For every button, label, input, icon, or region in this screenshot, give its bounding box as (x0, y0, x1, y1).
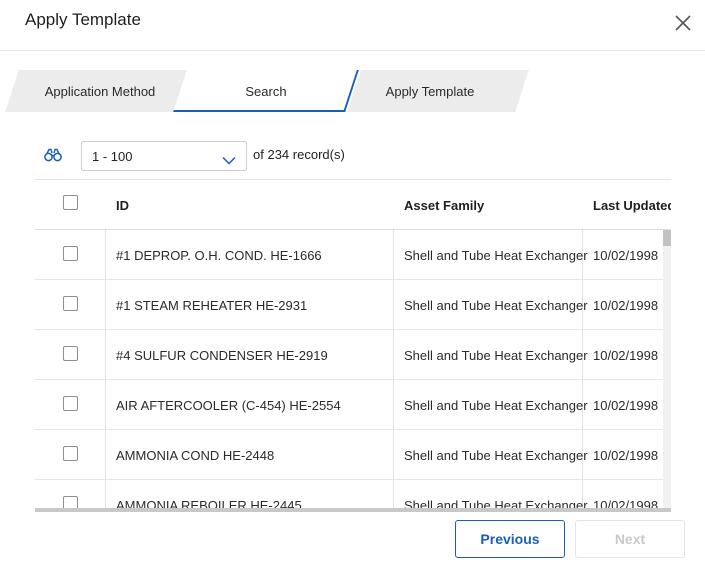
select-all-checkbox[interactable] (63, 195, 78, 210)
row-last-updated: 10/02/1998 (593, 397, 659, 413)
previous-button[interactable]: Previous (455, 520, 565, 558)
row-id: AIR AFTERCOOLER (C-454) HE-2554 (116, 397, 341, 413)
row-id: #1 STEAM REHEATER HE-2931 (116, 297, 308, 313)
row-last-updated: 10/02/1998 (593, 297, 659, 313)
record-count: of 234 record(s) (253, 147, 345, 162)
wizard-stepper: Application Method Search Apply Template (0, 70, 705, 113)
row-checkbox[interactable] (63, 346, 78, 361)
row-id: AMMONIA COND HE-2448 (116, 447, 275, 463)
table-row[interactable]: #1 DEPROP. O.H. COND. HE-1666 Shell and … (35, 230, 671, 280)
row-checkbox[interactable] (63, 396, 78, 411)
row-last-updated: 10/02/1998 (593, 347, 659, 363)
results-grid: ID Asset Family Last Updated #1 DEPROP. … (35, 179, 671, 511)
row-checkbox[interactable] (63, 446, 78, 461)
record-range-value: 1 - 100 (92, 149, 133, 164)
record-count-prefix: of (253, 147, 264, 162)
column-header-last-updated[interactable]: Last Updated (593, 180, 671, 230)
column-header-asset-family[interactable]: Asset Family (404, 180, 484, 230)
row-asset-family: Shell and Tube Heat Exchanger (404, 247, 588, 263)
record-count-suffix: record(s) (292, 147, 345, 162)
row-asset-family: Shell and Tube Heat Exchanger (404, 297, 588, 313)
vertical-scrollbar-thumb[interactable] (663, 230, 671, 246)
row-last-updated: 10/02/1998 (593, 447, 659, 463)
record-count-number: 234 (267, 147, 290, 162)
column-header-id[interactable]: ID (116, 180, 129, 230)
vertical-scrollbar-track[interactable] (663, 230, 671, 511)
table-row[interactable]: AMMONIA COND HE-2448 Shell and Tube Heat… (35, 430, 671, 480)
row-id: #4 SULFUR CONDENSER HE-2919 (116, 347, 328, 363)
row-asset-family: Shell and Tube Heat Exchanger (404, 397, 588, 413)
chevron-down-icon (222, 152, 236, 165)
results-toolbar: 1 - 100 of 234 record(s) (0, 140, 705, 172)
table-row[interactable]: AMMONIA REBOILER HE-2445 Shell and Tube … (35, 480, 671, 511)
table-row[interactable]: #1 STEAM REHEATER HE-2931 Shell and Tube… (35, 280, 671, 330)
row-asset-family: Shell and Tube Heat Exchanger (404, 497, 588, 512)
binoculars-icon[interactable] (44, 148, 62, 162)
step-label-application-method: Application Method (44, 83, 156, 99)
dialog-header: Apply Template (0, 0, 705, 51)
row-checkbox[interactable] (63, 296, 78, 311)
row-asset-family: Shell and Tube Heat Exchanger (404, 447, 588, 463)
table-row[interactable]: AIR AFTERCOOLER (C-454) HE-2554 Shell an… (35, 380, 671, 430)
table-row[interactable]: #4 SULFUR CONDENSER HE-2919 Shell and Tu… (35, 330, 671, 380)
grid-header: ID Asset Family Last Updated (35, 180, 671, 230)
step-label-search: Search (245, 83, 287, 99)
close-icon[interactable] (673, 13, 693, 33)
row-id: AMMONIA REBOILER HE-2445 (116, 497, 302, 512)
next-button[interactable]: Next (575, 520, 685, 558)
record-range-select[interactable]: 1 - 100 (81, 141, 247, 171)
row-checkbox[interactable] (63, 246, 78, 261)
step-label-apply-template: Apply Template (385, 83, 475, 99)
row-last-updated: 10/02/1998 (593, 247, 659, 263)
dialog-title: Apply Template (25, 10, 141, 29)
horizontal-scrollbar[interactable] (35, 508, 671, 512)
row-id: #1 DEPROP. O.H. COND. HE-1666 (116, 247, 322, 263)
row-asset-family: Shell and Tube Heat Exchanger (404, 347, 588, 363)
row-last-updated: 10/02/1998 (593, 497, 659, 512)
